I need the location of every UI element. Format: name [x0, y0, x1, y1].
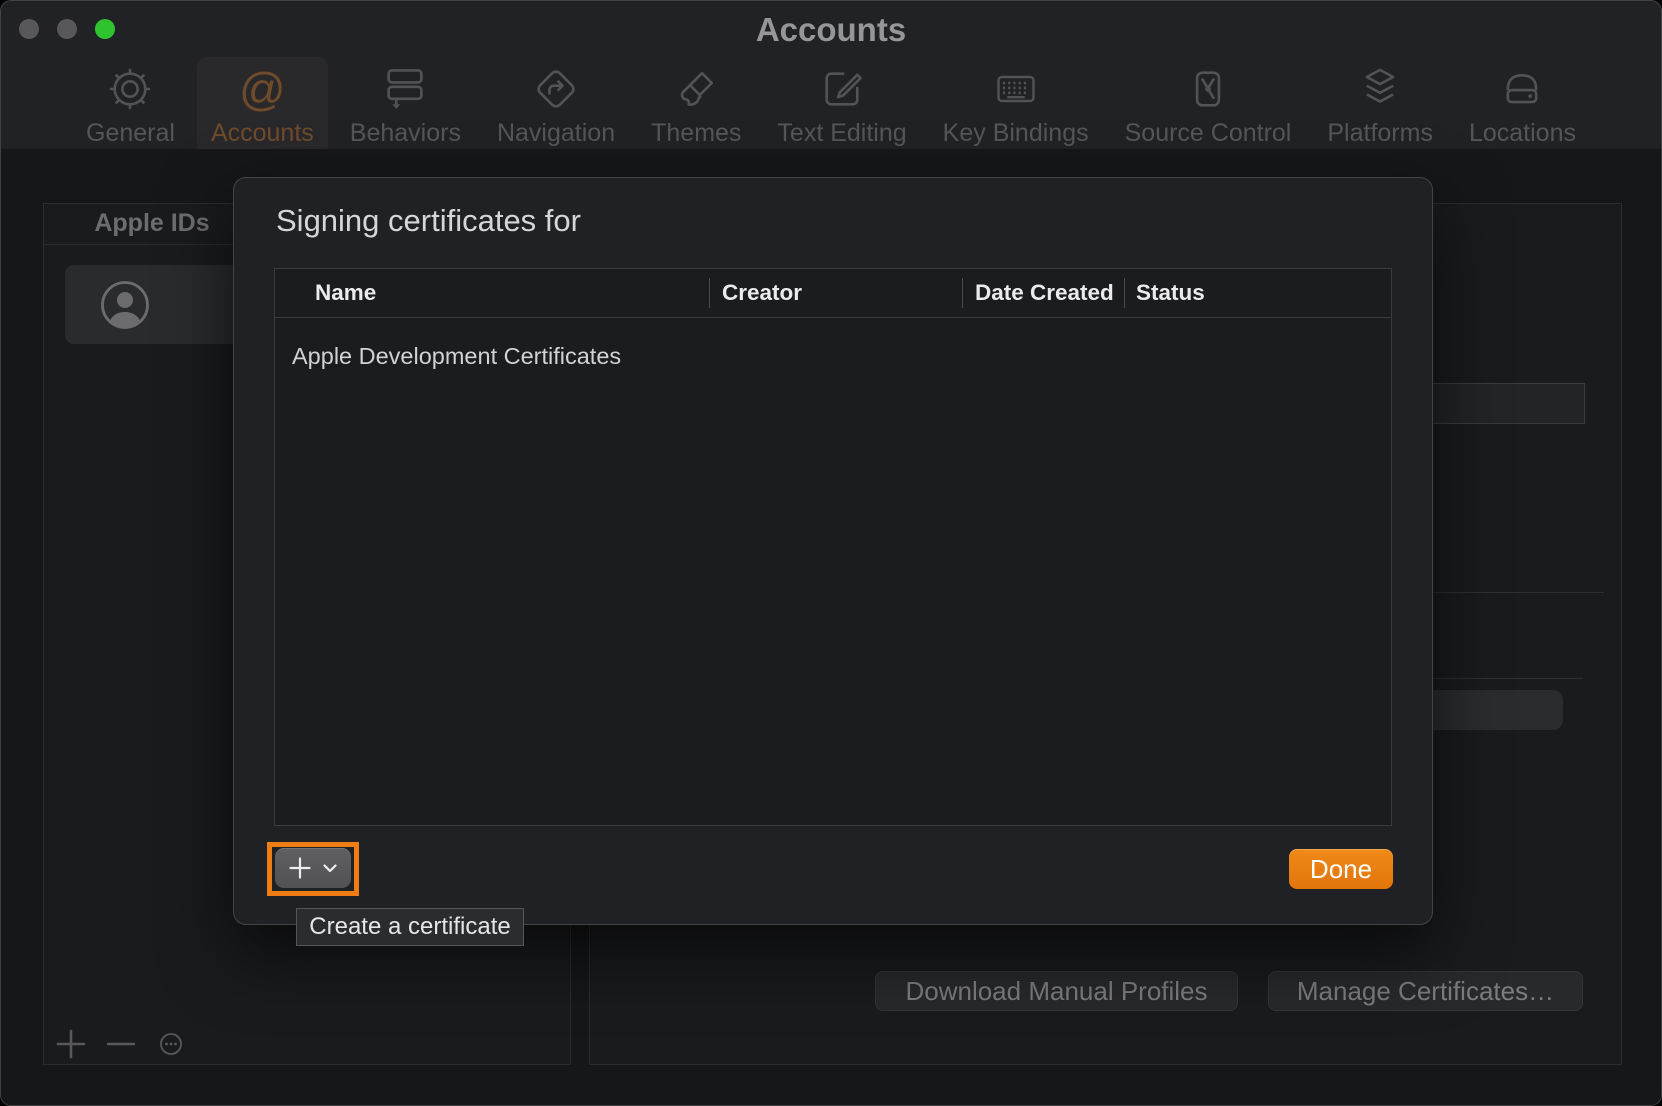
column-header-creator[interactable]: Creator	[722, 269, 802, 317]
tab-navigation[interactable]: Navigation	[483, 57, 629, 155]
settings-toolbar: General @ Accounts Behaviors	[1, 57, 1661, 149]
drive-icon	[1498, 63, 1546, 115]
more-options-button[interactable]	[154, 1027, 188, 1061]
tab-key-bindings[interactable]: Key Bindings	[929, 57, 1103, 155]
behaviors-icon	[381, 63, 429, 115]
certificates-table: Name Creator Date Created Status Apple D…	[274, 268, 1392, 826]
tab-label: Accounts	[211, 119, 314, 147]
keyboard-icon	[992, 63, 1040, 115]
done-button[interactable]: Done	[1289, 849, 1393, 889]
tab-accounts[interactable]: @ Accounts	[197, 57, 328, 155]
column-divider	[962, 278, 963, 308]
tab-locations[interactable]: Locations	[1455, 57, 1590, 155]
header-divider	[275, 317, 1391, 318]
tab-label: Text Editing	[777, 119, 906, 147]
tab-label: Themes	[651, 119, 741, 147]
sheet-title: Signing certificates for	[276, 203, 581, 239]
column-divider	[1124, 278, 1125, 308]
tab-source-control[interactable]: Source Control	[1111, 57, 1306, 155]
column-header-date-created[interactable]: Date Created	[975, 269, 1114, 317]
tab-label: Behaviors	[350, 119, 461, 147]
navigation-icon	[532, 63, 580, 115]
tab-text-editing[interactable]: Text Editing	[763, 57, 920, 155]
chevron-down-icon	[323, 864, 337, 873]
screenshot-root: { "window": { "title": "Accounts" }, "to…	[0, 0, 1662, 1106]
add-account-button[interactable]	[54, 1027, 88, 1061]
plus-icon	[289, 857, 311, 879]
column-divider	[709, 278, 710, 308]
tab-behaviors[interactable]: Behaviors	[336, 57, 475, 155]
tab-label: Platforms	[1327, 119, 1433, 147]
column-header-name[interactable]: Name	[315, 269, 376, 317]
download-manual-profiles-button[interactable]: Download Manual Profiles	[875, 971, 1238, 1011]
certificate-group-row[interactable]: Apple Development Certificates	[292, 343, 621, 370]
tab-label: General	[86, 119, 175, 147]
platforms-icon	[1356, 63, 1404, 115]
tab-themes[interactable]: Themes	[637, 57, 755, 155]
gear-icon	[106, 63, 154, 115]
tab-general[interactable]: General	[72, 57, 189, 155]
column-header-status[interactable]: Status	[1136, 269, 1205, 317]
add-certificate-pulldown-button[interactable]	[275, 848, 351, 888]
person-avatar-icon	[100, 280, 150, 330]
xcode-settings-window: Accounts General @ Accounts	[0, 0, 1662, 1106]
paintbrush-icon	[672, 63, 720, 115]
manage-certificates-button[interactable]: Manage Certificates…	[1268, 971, 1583, 1011]
source-control-icon	[1184, 63, 1232, 115]
remove-account-button[interactable]	[104, 1027, 138, 1061]
tab-label: Source Control	[1125, 119, 1292, 147]
tab-label: Locations	[1469, 119, 1576, 147]
text-editing-icon	[818, 63, 866, 115]
tooltip: Create a certificate	[296, 908, 524, 946]
tab-label: Navigation	[497, 119, 615, 147]
tab-platforms[interactable]: Platforms	[1313, 57, 1447, 155]
signing-certificates-sheet: Signing certificates for Name Creator Da…	[233, 177, 1433, 925]
apple-ids-header-label: Apple IDs	[44, 209, 260, 238]
tab-label: Key Bindings	[943, 119, 1089, 147]
window-title: Accounts	[1, 11, 1661, 49]
titlebar: Accounts	[1, 1, 1661, 53]
at-icon: @	[239, 63, 286, 115]
